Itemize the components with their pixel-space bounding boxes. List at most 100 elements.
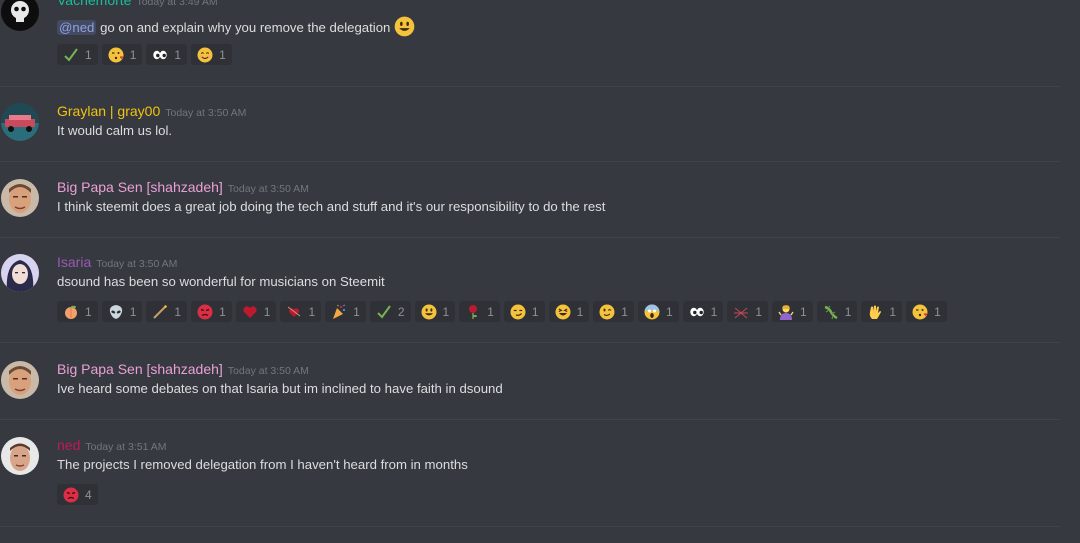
reaction-count: 1	[934, 304, 941, 319]
reaction[interactable]: 1	[235, 301, 277, 322]
reaction-count: 1	[219, 304, 226, 319]
message-divider	[0, 161, 1060, 162]
reaction-count: 1	[710, 304, 718, 319]
reaction-count: 1	[174, 47, 182, 62]
reaction[interactable]: 1	[548, 301, 590, 322]
message-divider	[0, 237, 1060, 238]
heart-arrow-icon	[286, 304, 302, 320]
reaction[interactable]: 1	[503, 301, 545, 322]
peach-icon	[63, 304, 79, 320]
timestamp: Today at 3:50 AM	[96, 258, 178, 270]
author-name[interactable]: Big Papa Sen [shahzadeh]	[57, 179, 223, 195]
message-header: Big Papa Sen [shahzadeh] Today at 3:50 AM	[57, 361, 309, 379]
reaction[interactable]: 1	[772, 301, 813, 322]
reaction[interactable]: 4	[57, 484, 98, 505]
avatar[interactable]	[1, 103, 39, 141]
eyes-icon	[689, 304, 705, 320]
reaction-count: 1	[85, 304, 92, 319]
message-divider	[0, 419, 1060, 420]
reaction[interactable]: 1	[906, 301, 947, 322]
reaction[interactable]: 1	[101, 301, 143, 322]
reaction-count: 1	[844, 304, 852, 319]
reaction-count: 1	[665, 304, 673, 319]
message-header: ned Today at 3:51 AM	[57, 437, 167, 455]
author-name[interactable]: Vachemorte	[57, 0, 131, 8]
reaction[interactable]: 1	[414, 301, 456, 322]
check-mark-icon	[376, 304, 392, 320]
reaction[interactable]: 1	[593, 301, 634, 322]
author-name[interactable]: ned	[57, 437, 80, 453]
reaction-count: 1	[219, 47, 226, 62]
face-blowing-kiss-icon	[912, 304, 928, 320]
message-content: go on and explain why you remove the del…	[100, 20, 391, 35]
message-header: Big Papa Sen [shahzadeh] Today at 3:50 AM	[57, 179, 309, 197]
rose-icon	[465, 304, 481, 320]
lizard-icon	[823, 304, 839, 320]
waving-hand-icon	[867, 304, 883, 320]
message-header: Vachemorte Today at 3:49 AM	[57, 0, 218, 10]
reaction[interactable]: 1	[682, 301, 724, 322]
timestamp: Today at 3:50 AM	[227, 365, 309, 377]
reaction[interactable]: 1	[191, 44, 232, 65]
timestamp: Today at 3:51 AM	[85, 441, 167, 453]
avatar[interactable]	[1, 437, 39, 475]
reaction[interactable]: 1	[637, 301, 679, 322]
chat-messages: Vachemorte Today at 3:49 AM @ned go on an…	[0, 0, 1080, 543]
reaction-count: 4	[85, 487, 92, 502]
timestamp: Today at 3:50 AM	[227, 183, 309, 195]
reaction-count: 1	[889, 304, 897, 319]
winking-face-icon	[599, 304, 615, 320]
pouting-face-icon	[197, 304, 213, 320]
reaction[interactable]: 1	[325, 301, 366, 322]
reaction[interactable]: 1	[191, 301, 232, 322]
message-divider	[0, 86, 1060, 87]
reaction[interactable]: 1	[146, 301, 188, 322]
reaction[interactable]: 1	[727, 301, 768, 322]
screaming-face-icon	[644, 304, 660, 320]
timestamp: Today at 3:49 AM	[136, 0, 218, 8]
avatar[interactable]	[1, 0, 39, 31]
avatar[interactable]	[1, 179, 39, 217]
reaction[interactable]: 1	[57, 301, 98, 322]
reaction-count: 1	[800, 304, 807, 319]
user-mention[interactable]: @ned	[57, 20, 97, 35]
reaction-count: 1	[531, 304, 539, 319]
message-text: @ned go on and explain why you remove th…	[57, 16, 415, 37]
author-name[interactable]: Big Papa Sen [shahzadeh]	[57, 361, 223, 377]
reaction-count: 1	[621, 304, 628, 319]
reaction-count: 1	[755, 304, 762, 319]
reaction[interactable]: 1	[280, 301, 322, 322]
reactions-bar: 1 1 1 1	[57, 44, 232, 65]
grinning-face-icon	[394, 16, 415, 37]
red-heart-icon	[242, 304, 258, 320]
reaction[interactable]: 1	[101, 44, 143, 65]
eyes-icon	[152, 47, 168, 63]
grinning-face-icon	[421, 304, 437, 320]
spider-icon	[733, 304, 749, 320]
message-text: dsound has been so wonderful for musicia…	[57, 274, 385, 289]
reaction-count: 1	[129, 304, 137, 319]
woman-shrugging-icon	[778, 304, 794, 320]
laughing-face-icon	[555, 304, 571, 320]
reaction-count: 1	[576, 304, 584, 319]
message-text: I think steemit does a great job doing t…	[57, 199, 606, 214]
smiling-face-icon	[197, 47, 213, 63]
message-text: The projects I removed delegation from I…	[57, 457, 468, 472]
avatar[interactable]	[1, 361, 39, 399]
reaction[interactable]: 1	[146, 44, 188, 65]
reaction[interactable]: 2	[369, 301, 411, 322]
reaction[interactable]: 1	[861, 301, 903, 322]
pouting-face-icon	[63, 487, 79, 503]
reaction-count: 1	[174, 304, 182, 319]
reaction[interactable]: 1	[816, 301, 858, 322]
author-name[interactable]: Graylan | gray00	[57, 103, 160, 119]
avatar[interactable]	[1, 254, 39, 292]
reaction-count: 1	[85, 47, 92, 62]
message-header: Isaria Today at 3:50 AM	[57, 254, 177, 272]
reaction[interactable]: 1	[57, 44, 98, 65]
face-blowing-kiss-icon	[108, 47, 124, 63]
reactions-bar: 4	[57, 484, 98, 505]
reaction[interactable]: 1	[459, 301, 500, 322]
author-name[interactable]: Isaria	[57, 254, 91, 270]
timestamp: Today at 3:50 AM	[165, 107, 247, 119]
